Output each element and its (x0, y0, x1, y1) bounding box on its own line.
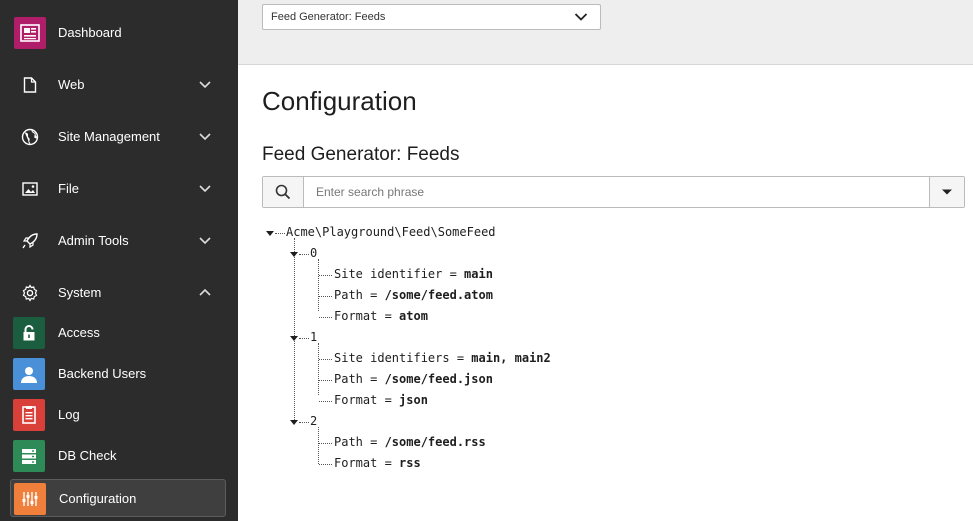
tree-leaf: Path = /some/feed.atom (334, 288, 493, 302)
chevron-down-icon (574, 13, 588, 21)
page-title: Configuration (262, 86, 417, 116)
sidebar-item-label: Web (58, 77, 85, 92)
dashboard-icon (14, 17, 46, 49)
sidebar-item-label: Site Management (58, 129, 160, 144)
module-menu-select[interactable]: Feed Generator: Feeds (262, 4, 601, 30)
tree-leaf: Site identifiers = main, main2 (334, 351, 551, 365)
sidebar-item-label: Backend Users (58, 366, 147, 381)
module-sidebar: Dashboard Web Site Management File Admin… (0, 0, 238, 521)
sidebar-item-site-management[interactable]: Site Management (0, 111, 238, 163)
image-icon (14, 173, 46, 205)
tree-leaf: Format = rss (334, 456, 421, 470)
sidebar-item-label: DB Check (58, 448, 117, 463)
tree-root-label: Acme\Playground\Feed\SomeFeed (286, 225, 496, 239)
sidebar-item-access[interactable]: Access (10, 314, 226, 352)
tree-toggle-expanded-icon[interactable] (266, 231, 274, 236)
log-icon (13, 399, 45, 431)
sliders-icon (14, 483, 46, 515)
sidebar-item-system[interactable]: System (0, 267, 238, 319)
sidebar-item-backend-users[interactable]: Backend Users (10, 355, 226, 393)
sidebar-item-label: File (58, 181, 79, 196)
search-input[interactable] (305, 177, 929, 207)
sidebar-item-label: Admin Tools (58, 233, 129, 248)
chevron-down-icon[interactable] (198, 79, 212, 91)
page-icon (14, 69, 46, 101)
lock-icon (13, 317, 45, 349)
database-icon (13, 440, 45, 472)
sidebar-item-label: Access (58, 325, 100, 340)
globe-icon (14, 121, 46, 153)
chevron-down-icon[interactable] (198, 183, 212, 195)
chevron-up-icon[interactable] (198, 287, 212, 299)
tree-leaf: Path = /some/feed.rss (334, 435, 486, 449)
tree-node-key: 0 (310, 246, 318, 260)
sidebar-item-log[interactable]: Log (10, 396, 226, 434)
tree-toggle-expanded-icon[interactable] (290, 420, 298, 425)
tree-leaf: Format = json (334, 393, 428, 407)
sidebar-item-admin-tools[interactable]: Admin Tools (0, 215, 238, 267)
sidebar-item-configuration[interactable]: Configuration (10, 479, 226, 517)
tree-toggle-expanded-icon[interactable] (290, 252, 298, 257)
user-icon (13, 358, 45, 390)
module-menu-selected-value: Feed Generator: Feeds (271, 11, 386, 23)
sidebar-item-label: Dashboard (58, 25, 122, 40)
tree-leaf: Site identifier = main (334, 267, 493, 281)
tree-node-key: 1 (310, 330, 318, 344)
module-docheader: Feed Generator: Feeds (238, 0, 973, 65)
search-button[interactable] (263, 177, 304, 207)
tree-leaf: Format = atom (334, 309, 428, 323)
search-group (262, 176, 965, 208)
chevron-down-icon[interactable] (198, 235, 212, 247)
sidebar-item-label: Configuration (59, 491, 137, 506)
section-title: Feed Generator: Feeds (262, 144, 460, 165)
chevron-down-icon[interactable] (198, 131, 212, 143)
search-options-dropdown-button[interactable] (929, 177, 964, 207)
tree-node-key: 2 (310, 414, 318, 428)
rocket-icon (14, 225, 46, 257)
gear-icon (14, 277, 46, 309)
sidebar-item-label: Log (58, 407, 80, 422)
tree-leaf: Path = /some/feed.json (334, 372, 493, 386)
caret-down-icon (942, 189, 952, 195)
search-icon (275, 184, 291, 200)
sidebar-item-file[interactable]: File (0, 163, 238, 215)
sidebar-item-dashboard[interactable]: Dashboard (0, 7, 238, 59)
sidebar-item-web[interactable]: Web (0, 59, 238, 111)
module-body: Configuration Feed Generator: Feeds Acme… (238, 66, 973, 521)
tree-toggle-expanded-icon[interactable] (290, 336, 298, 341)
sidebar-item-label: System (58, 285, 102, 300)
sidebar-item-db-check[interactable]: DB Check (10, 437, 226, 475)
